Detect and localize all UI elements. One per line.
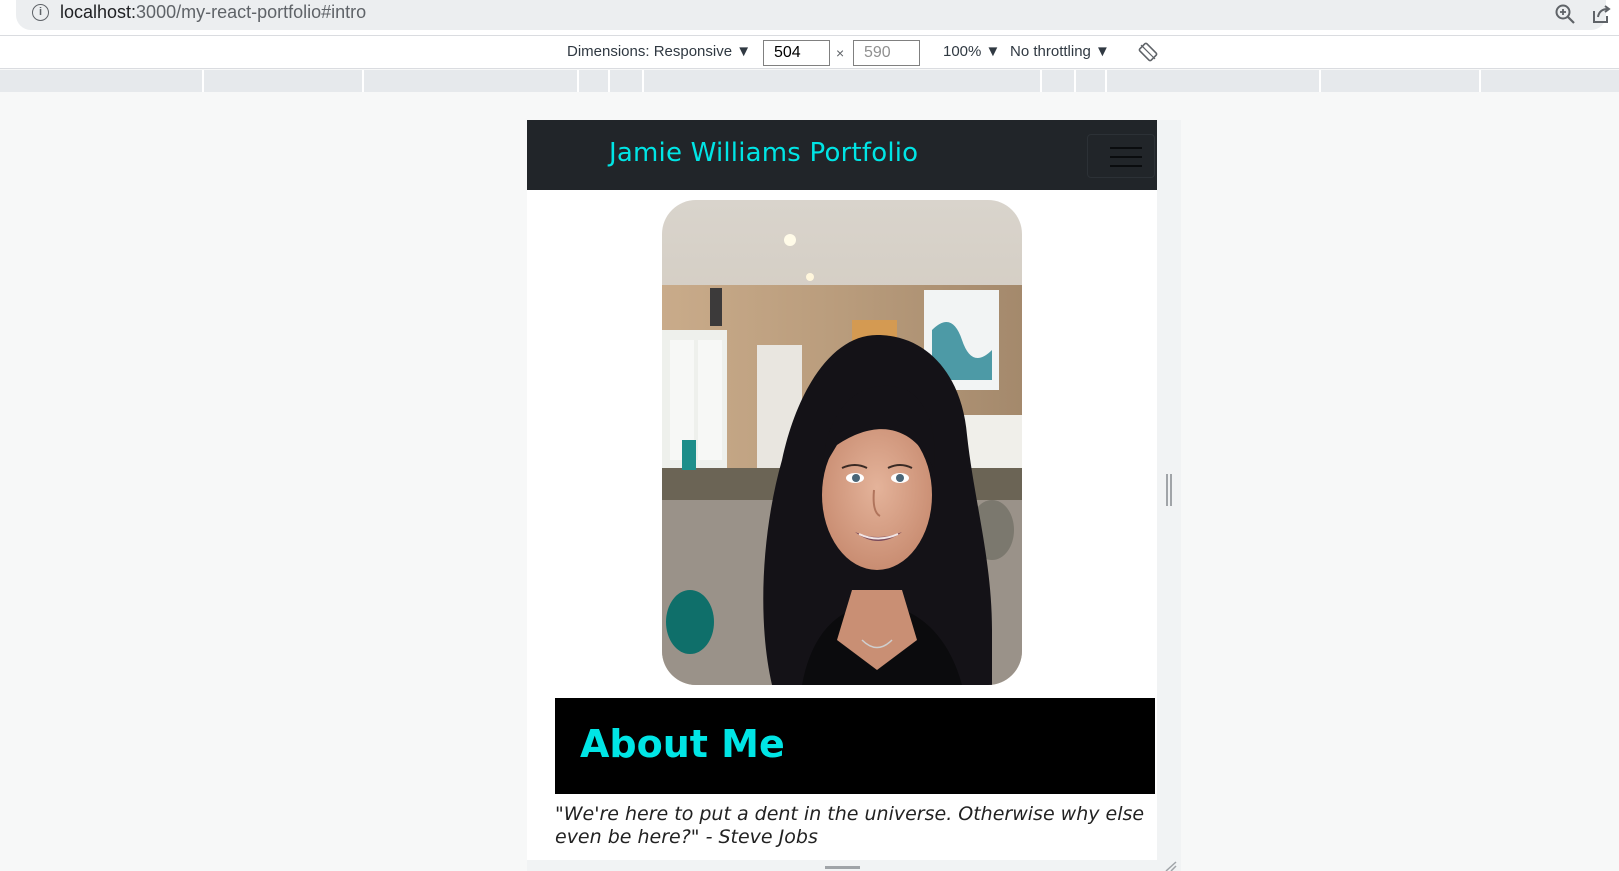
- media-query-divider: [1105, 70, 1107, 92]
- share-icon[interactable]: [1590, 3, 1612, 25]
- media-query-divider: [577, 70, 579, 92]
- media-query-divider: [1479, 70, 1481, 92]
- media-query-divider: [1040, 70, 1042, 92]
- zoom-dropdown[interactable]: 100% ▼: [943, 43, 1000, 60]
- browser-toolbar: i localhost:3000/my-react-portfolio#intr…: [0, 0, 1619, 35]
- rotate-icon[interactable]: [1138, 42, 1158, 62]
- about-title: About Me: [580, 722, 785, 766]
- hamburger-menu-button[interactable]: [1087, 134, 1155, 178]
- navbar-brand[interactable]: Jamie Williams Portfolio: [609, 138, 918, 168]
- media-query-divider: [642, 70, 644, 92]
- url-text[interactable]: localhost:3000/my-react-portfolio#intro: [60, 2, 366, 23]
- media-query-divider: [1319, 70, 1321, 92]
- dimensions-dropdown[interactable]: Dimensions: Responsive ▼: [567, 43, 751, 60]
- hamburger-icon: [1110, 165, 1142, 167]
- throttling-dropdown[interactable]: No throttling ▼: [1010, 43, 1110, 60]
- url-host: localhost:: [60, 2, 137, 22]
- media-query-divider: [608, 70, 610, 92]
- resize-handle-right[interactable]: [1166, 474, 1172, 506]
- zoom-icon[interactable]: [1554, 3, 1576, 25]
- resize-handle-bottom[interactable]: [825, 866, 860, 869]
- media-query-divider: [202, 70, 204, 92]
- navbar: Jamie Williams Portfolio: [527, 120, 1157, 190]
- resize-corner-icon[interactable]: [1163, 861, 1177, 871]
- media-query-bar[interactable]: [0, 70, 1619, 92]
- device-toolbar: Dimensions: Responsive ▼ 504 × 590 100% …: [0, 35, 1619, 69]
- about-quote: "We're here to put a dent in the univers…: [555, 803, 1145, 848]
- height-input[interactable]: 590: [853, 40, 920, 66]
- width-input[interactable]: 504: [763, 40, 830, 66]
- profile-photo: [662, 200, 1022, 685]
- info-icon[interactable]: i: [32, 4, 49, 21]
- times-symbol: ×: [836, 45, 845, 61]
- about-header: About Me: [555, 698, 1155, 794]
- hamburger-icon: [1110, 156, 1142, 158]
- url-path: 3000/my-react-portfolio#intro: [136, 2, 367, 22]
- media-query-divider: [1074, 70, 1076, 92]
- emulated-viewport: Jamie Williams Portfolio About Me "We're…: [527, 120, 1157, 860]
- hamburger-icon: [1110, 147, 1142, 149]
- media-query-divider: [362, 70, 364, 92]
